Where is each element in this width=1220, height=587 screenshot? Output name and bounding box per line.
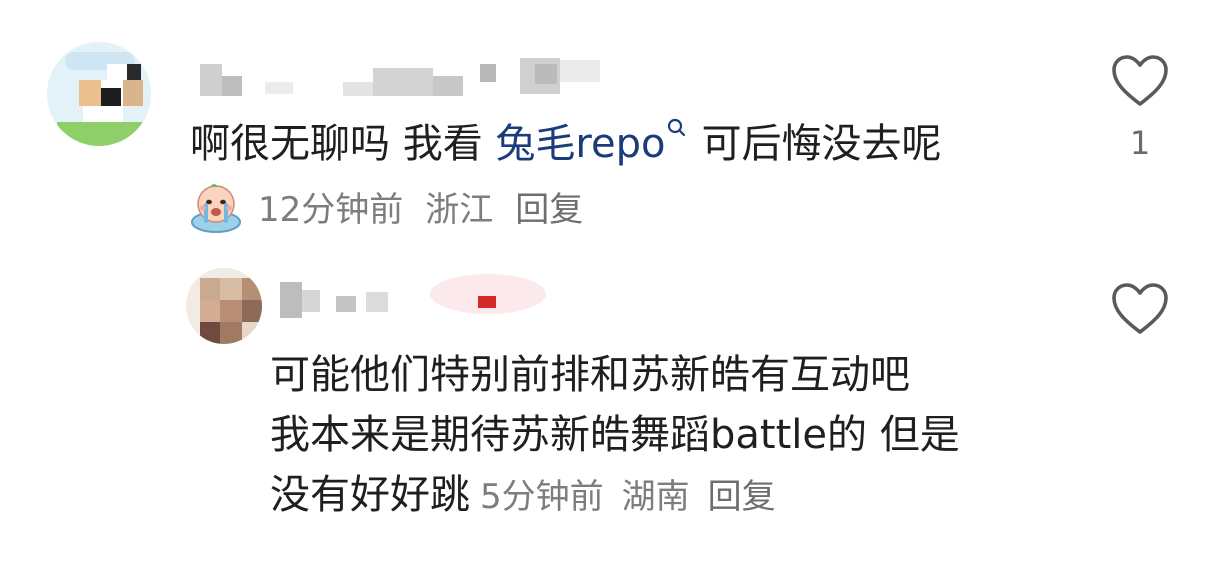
comment-text-line: 可能他们特别前排和苏新皓有互动吧 [270, 352, 910, 398]
comment-text-line: 我本来是期待苏新皓舞蹈battle的 但是 [270, 412, 960, 458]
heart-icon [1112, 283, 1168, 334]
comment-location: 湖南 [621, 477, 690, 517]
comment-text-line-with-meta: 没有好好跳 5分钟前 湖南 回复 [270, 465, 960, 527]
comment-text: 啊很无聊吗 我看 兔毛repo 可后悔没去呢 [190, 118, 941, 170]
reply-button[interactable]: 回复 [515, 182, 583, 231]
like-count: 1 [1129, 124, 1151, 162]
reply-button[interactable]: 回复 [708, 477, 776, 517]
like-button[interactable] [1110, 52, 1170, 112]
comment-text-part: 啊很无聊吗 我看 [190, 121, 496, 167]
avatar[interactable] [186, 268, 262, 344]
topic-link[interactable]: 兔毛repo [495, 121, 665, 167]
username-blurred[interactable] [195, 56, 605, 96]
comment-time: 5分钟前 [480, 477, 604, 517]
search-icon[interactable] [667, 104, 687, 137]
crying-face-icon [188, 178, 244, 234]
avatar[interactable] [47, 42, 151, 146]
comment-text: 可能他们特别前排和苏新皓有互动吧 我本来是期待苏新皓舞蹈battle的 但是 没… [270, 345, 960, 527]
comment-text-line: 没有好好跳 [270, 472, 470, 518]
like-button[interactable] [1110, 280, 1170, 340]
comment-meta: 12分钟前 浙江 回复 [188, 178, 583, 234]
username-blurred[interactable] [278, 270, 548, 330]
comment-meta: 5分钟前 湖南 回复 [480, 477, 776, 517]
comment-item-1: 啊很无聊吗 我看 兔毛repo 可后悔没去呢 12分钟前 浙江 回复 1 [0, 0, 1220, 250]
heart-icon [1112, 55, 1168, 106]
comment-location: 浙江 [425, 189, 494, 230]
comment-time: 12分钟前 [258, 189, 404, 230]
comment-text-part: 可后悔没去呢 [701, 121, 942, 167]
